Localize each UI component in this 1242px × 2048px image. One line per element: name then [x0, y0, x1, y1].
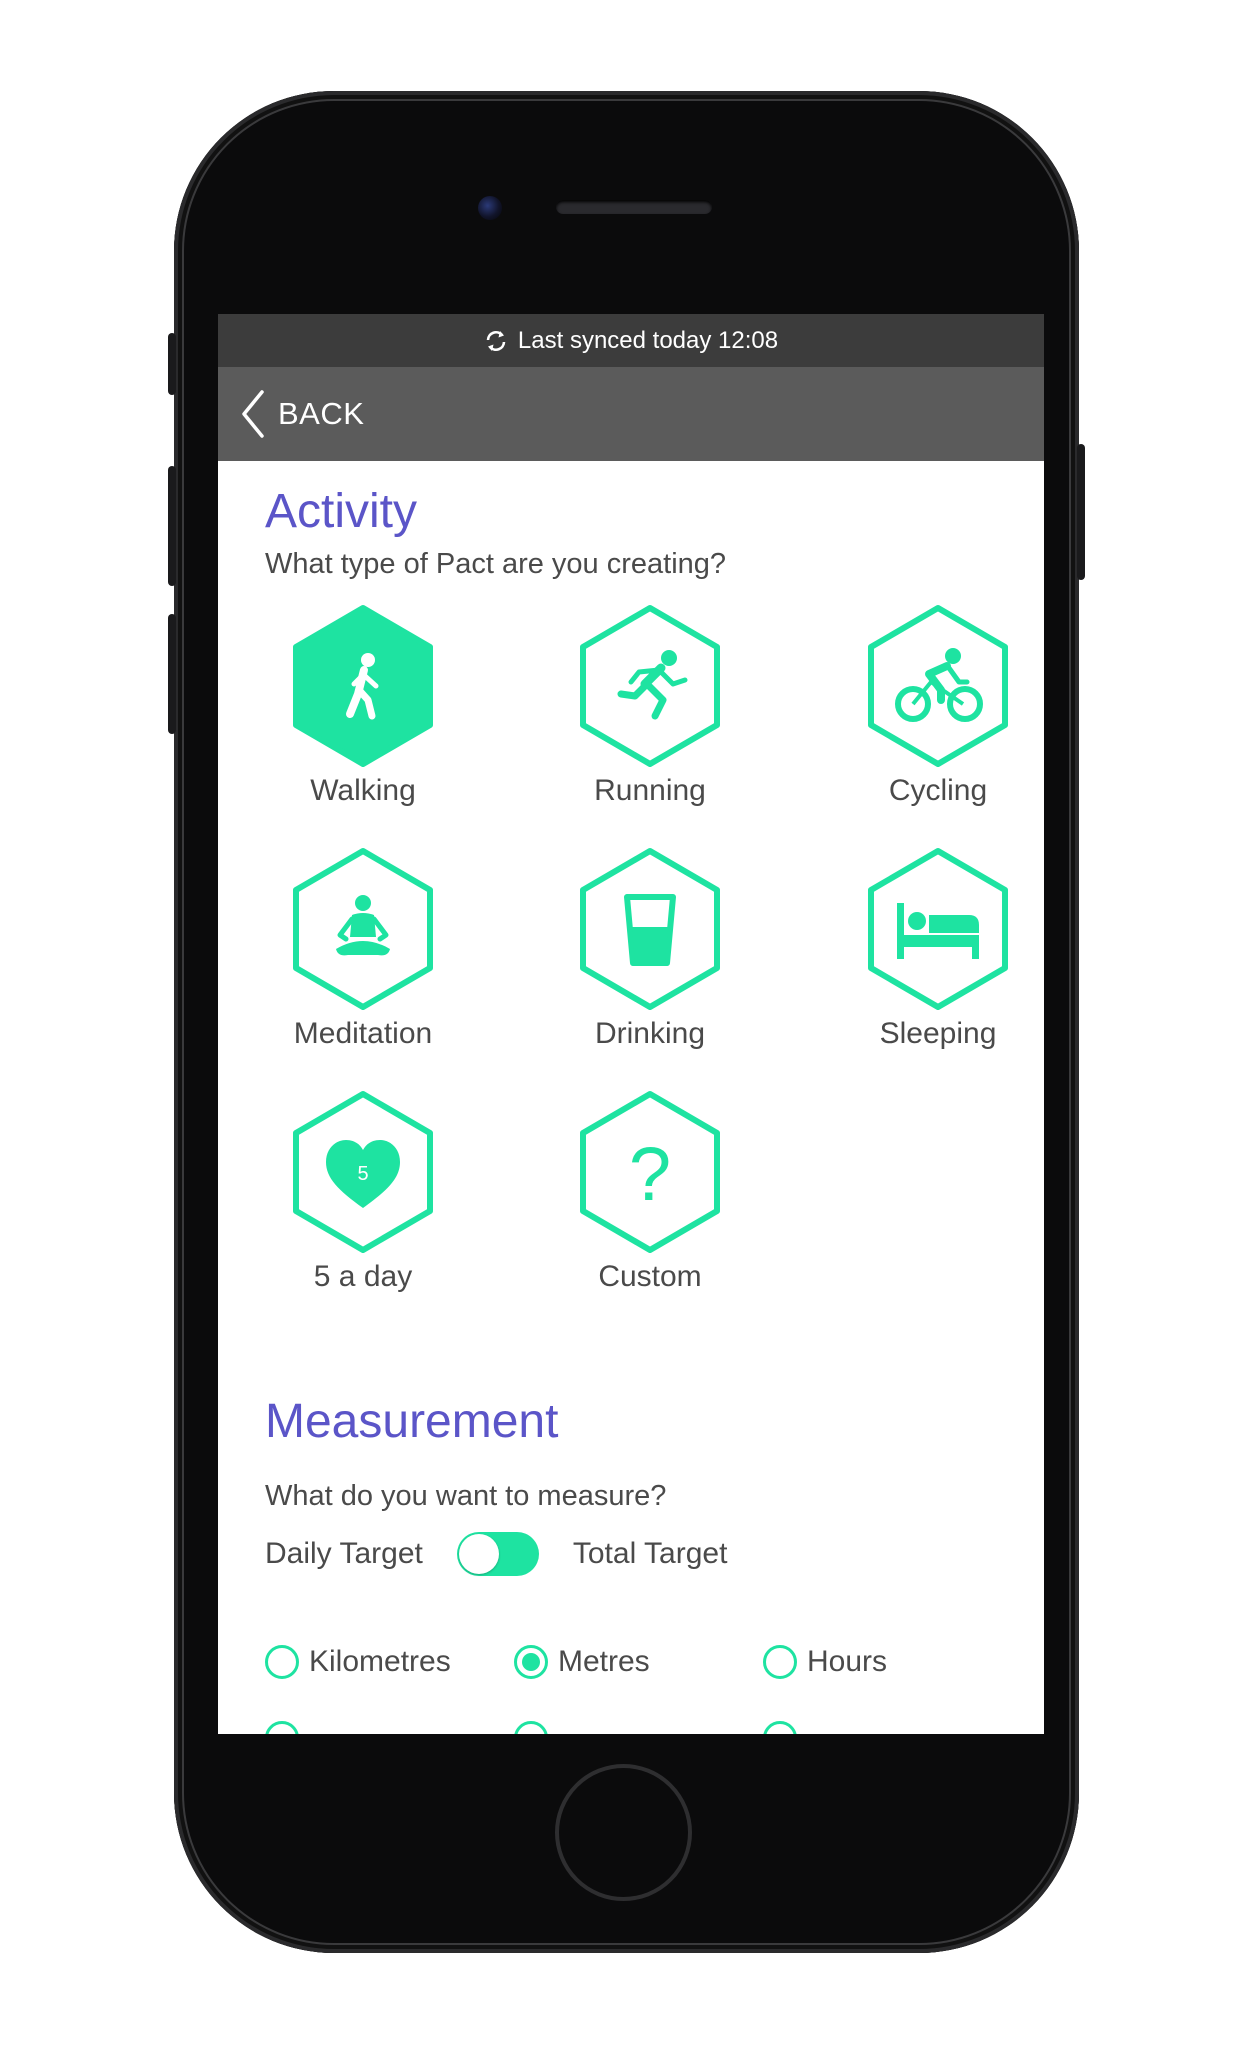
heart-badge-number: 5	[357, 1163, 368, 1185]
unit-option-clipped[interactable]	[514, 1718, 558, 1734]
walking-tile-hexagon	[293, 605, 433, 767]
custom-tile-hexagon: ?	[580, 1091, 720, 1253]
meditation-tile-hexagon	[293, 848, 433, 1010]
sync-status-bar: Last synced today 12:08	[218, 314, 1044, 367]
unit-option-clipped[interactable]	[265, 1718, 309, 1734]
activity-label: Sleeping	[879, 1017, 997, 1050]
unit-option-clipped[interactable]	[763, 1718, 807, 1734]
chevron-left-icon	[242, 390, 264, 438]
activity-label: Drinking	[594, 1017, 706, 1050]
volume-down-button	[168, 614, 176, 734]
radio-button[interactable]	[763, 1645, 797, 1679]
app-screen: Last synced today 12:08 BACK Activity Wh…	[218, 314, 1044, 1734]
mute-switch	[168, 333, 176, 395]
activity-subtitle: What type of Pact are you creating?	[265, 548, 727, 580]
earpiece-speaker	[556, 200, 712, 214]
running-tile-hexagon	[580, 605, 720, 767]
unit-option-label: Metres	[558, 1645, 650, 1678]
unit-option-metres[interactable]: Metres	[514, 1642, 650, 1682]
total-target-label: Total Target	[572, 1537, 728, 1570]
radio-button[interactable]	[763, 1721, 797, 1734]
activity-label: Walking	[310, 774, 416, 807]
radio-button[interactable]	[265, 1721, 299, 1734]
sync-status-text: Last synced today 12:08	[517, 326, 779, 354]
measurement-heading: Measurement	[265, 1395, 559, 1448]
activity-label: 5 a day	[313, 1260, 413, 1293]
unit-option-hours[interactable]: Hours	[763, 1642, 887, 1682]
meditation-icon	[336, 895, 390, 956]
power-button	[1077, 444, 1085, 580]
home-button[interactable]	[555, 1764, 692, 1901]
activity-custom[interactable]: ? Custom	[550, 1088, 750, 1294]
activity-drinking[interactable]: Drinking	[550, 845, 750, 1051]
drinking-tile-hexagon	[580, 848, 720, 1010]
cycling-tile-hexagon	[868, 605, 1008, 767]
activity-sleeping[interactable]: Sleeping	[838, 845, 1038, 1051]
unit-option-label: Kilometres	[309, 1645, 451, 1678]
glass-icon	[624, 894, 676, 966]
activity-label: Custom	[598, 1260, 702, 1293]
navigation-bar: BACK	[218, 367, 1044, 461]
5-a-day-tile-hexagon: 5	[293, 1091, 433, 1253]
running-icon	[617, 650, 688, 720]
target-type-toggle[interactable]	[456, 1532, 539, 1576]
sleeping-tile-hexagon	[868, 848, 1008, 1010]
toggle-knob	[458, 1534, 499, 1574]
activity-label: Cycling	[888, 774, 988, 807]
measurement-subtitle: What do you want to measure?	[265, 1480, 667, 1512]
question-icon: ?	[629, 1132, 671, 1217]
radio-button[interactable]	[514, 1721, 548, 1734]
volume-up-button	[168, 466, 176, 586]
daily-target-label: Daily Target	[265, 1537, 423, 1570]
activity-running[interactable]: Running	[550, 602, 750, 808]
activity-meditation[interactable]: Meditation	[263, 845, 463, 1051]
activity-5-a-day[interactable]: 5 5 a day	[263, 1088, 463, 1294]
radio-button[interactable]	[265, 1645, 299, 1679]
back-button[interactable]: BACK	[240, 389, 364, 439]
back-label: BACK	[278, 396, 365, 431]
target-type-row: Daily Target Total Target	[265, 1532, 727, 1576]
activity-label: Meditation	[293, 1017, 433, 1050]
activity-heading: Activity	[265, 485, 418, 538]
activity-label: Running	[594, 774, 706, 807]
cycling-icon	[895, 648, 983, 722]
unit-option-kilometres[interactable]: Kilometres	[265, 1642, 451, 1682]
unit-option-label: Hours	[807, 1645, 888, 1678]
front-camera	[478, 196, 502, 220]
activity-cycling[interactable]: Cycling	[838, 602, 1038, 808]
activity-walking[interactable]: Walking	[263, 602, 463, 808]
bed-icon	[897, 903, 979, 959]
radio-button-selected[interactable]	[514, 1645, 548, 1679]
sync-icon	[486, 330, 506, 351]
